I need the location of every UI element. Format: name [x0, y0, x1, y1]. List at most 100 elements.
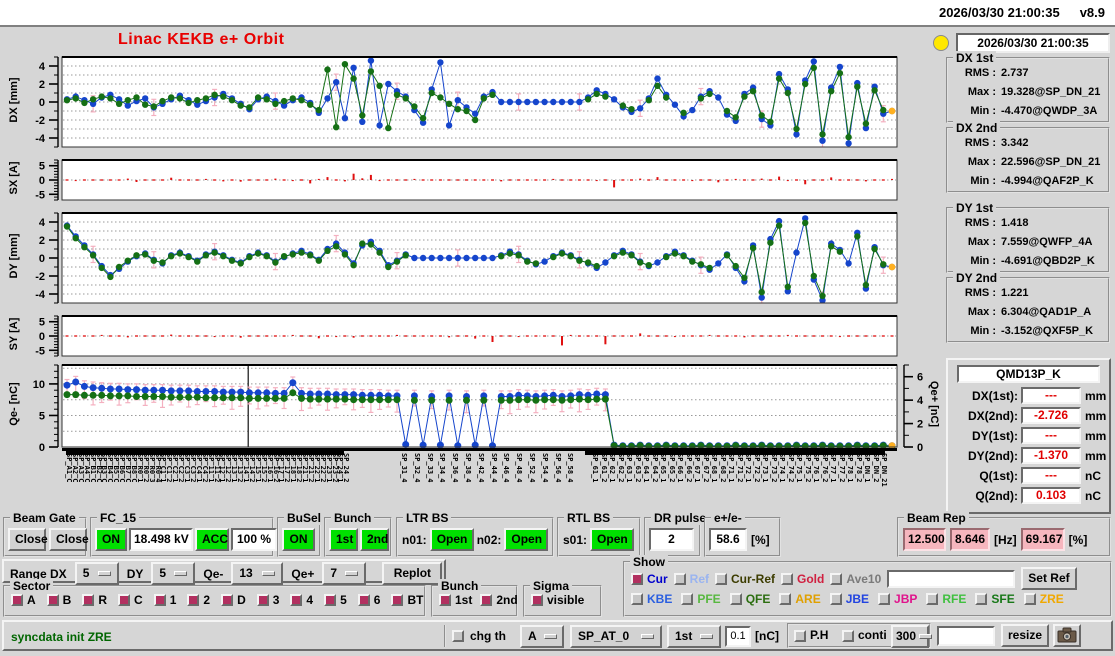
bunch-2nd-button[interactable]: 2nd — [360, 528, 389, 551]
checkbox-icon[interactable] — [480, 594, 493, 606]
show-checkbox-Cur-Ref[interactable]: Cur-Ref — [715, 572, 775, 586]
checkbox-icon[interactable] — [1023, 593, 1036, 605]
x-axis-label: SP_48_4 — [515, 453, 524, 483]
checkbox-icon[interactable] — [926, 593, 939, 605]
show-checkbox-ARE[interactable]: ARE — [779, 592, 821, 606]
fc15-acc-button[interactable]: ACC — [195, 528, 229, 551]
show-checkbox-JBE[interactable]: JBE — [829, 592, 869, 606]
checkbox-icon[interactable] — [391, 594, 404, 606]
show-checkbox-ZRE[interactable]: ZRE — [1023, 592, 1064, 606]
axis-label-dx: DX [mm] — [8, 77, 20, 123]
rtl-s01-open-button[interactable]: Open — [590, 528, 635, 551]
sector-checkbox-4[interactable]: 4 — [290, 593, 313, 607]
checkbox-icon[interactable] — [118, 594, 131, 606]
sigma-checkbox-visible[interactable]: visible — [531, 593, 584, 607]
range-qem-dropdown[interactable]: 13 — [231, 562, 284, 585]
range-dx-dropdown[interactable]: 5 — [74, 562, 119, 585]
show-checkbox-RFE[interactable]: RFE — [926, 592, 966, 606]
checkbox-icon[interactable] — [729, 593, 742, 605]
checkbox-icon[interactable] — [290, 594, 303, 606]
checkbox-icon[interactable] — [324, 594, 337, 606]
sector-checkbox-R[interactable]: R — [82, 593, 107, 607]
stats-max: Max :22.596@SP_DN_21 — [967, 156, 1101, 168]
sp-at-dropdown[interactable]: SP_AT_0 — [570, 625, 662, 648]
set-ref-button[interactable]: Set Ref — [1021, 567, 1077, 590]
sector-checkbox-D[interactable]: D — [221, 593, 246, 607]
ltr-n02-open-button[interactable]: Open — [504, 528, 549, 551]
checkbox-icon[interactable] — [187, 594, 200, 606]
monitor-row-value: --- — [1021, 387, 1081, 404]
checkbox-icon[interactable] — [779, 593, 792, 605]
ph-conti-panel: P.H conti 300 — [787, 623, 933, 648]
screenshot-button[interactable] — [1053, 624, 1081, 647]
sector-checkbox-B[interactable]: B — [46, 593, 71, 607]
resize-button[interactable]: resize — [1001, 624, 1049, 647]
replot-button[interactable]: Replot — [382, 562, 443, 585]
beam-gate-close2-button[interactable]: Close — [49, 528, 89, 551]
checkbox-icon[interactable] — [256, 594, 269, 606]
svg-text:-4: -4 — [35, 133, 46, 145]
checkbox-icon[interactable] — [781, 572, 794, 585]
checkbox-icon[interactable] — [11, 594, 23, 606]
show-checkbox-JBP[interactable]: JBP — [878, 592, 917, 606]
ltr-n01-open-button[interactable]: Open — [429, 528, 474, 551]
svg-text:4: 4 — [917, 395, 924, 407]
checkbox-icon[interactable] — [357, 594, 370, 606]
points-300-dropdown[interactable]: 300 — [891, 625, 933, 648]
checkbox-icon[interactable] — [82, 594, 95, 606]
sector-checkbox-5[interactable]: 5 — [324, 593, 347, 607]
checkbox-icon[interactable] — [878, 593, 891, 605]
range-dy-label: DY — [126, 566, 144, 581]
sector-checkbox-3[interactable]: 3 — [256, 593, 279, 607]
beam-gate-close1-button[interactable]: Close — [8, 528, 48, 551]
checkbox-icon[interactable] — [830, 572, 843, 585]
checkbox-icon[interactable] — [681, 593, 694, 605]
bunch-1st-button[interactable]: 1st — [329, 528, 358, 551]
ph-checkbox[interactable] — [794, 630, 806, 642]
show-checkbox-Ref[interactable]: Ref — [673, 572, 709, 586]
x-axis-label: SP_31_4 — [400, 453, 408, 483]
show-checkbox-PFE[interactable]: PFE — [681, 592, 721, 606]
bunch-checkbox-2nd[interactable]: 2nd — [480, 593, 518, 607]
sector-checkbox-1[interactable]: 1 — [153, 593, 176, 607]
range-dy-dropdown[interactable]: 5 — [151, 562, 196, 585]
sector-group: Sector A B R C 1 2 D 3 4 5 6 BT — [3, 579, 426, 617]
busel-on-button[interactable]: ON — [282, 528, 315, 551]
show-checkbox-Ave10[interactable]: Ave10 — [830, 572, 881, 586]
conti-checkbox[interactable] — [842, 630, 854, 642]
show-checkbox-QFE[interactable]: QFE — [729, 592, 770, 606]
sector-checkbox-A[interactable]: A — [11, 593, 36, 607]
sector-checkbox-C[interactable]: C — [118, 593, 143, 607]
checkbox-label: 1st — [455, 593, 473, 607]
range-qep-dropdown[interactable]: 7 — [322, 562, 367, 585]
sector-checkbox-BT[interactable]: BT — [391, 593, 423, 607]
show-checkbox-KBE[interactable]: KBE — [631, 592, 672, 606]
mode-a-dropdown[interactable]: A — [520, 625, 564, 648]
sector-checkbox-6[interactable]: 6 — [357, 593, 380, 607]
bunch-1st-dropdown[interactable]: 1st — [667, 625, 721, 648]
checkbox-icon[interactable] — [531, 594, 543, 606]
bunch-checkbox-1st[interactable]: 1st — [439, 593, 472, 607]
checkbox-icon[interactable] — [715, 572, 728, 585]
checkbox-icon[interactable] — [153, 594, 166, 606]
checkbox-icon[interactable] — [439, 594, 451, 606]
x-axis-label: SP_66_1 — [676, 453, 684, 483]
ref-name-input[interactable] — [887, 569, 1016, 588]
show-checkbox-Cur[interactable]: Cur — [631, 572, 668, 586]
checkbox-icon[interactable] — [631, 593, 643, 605]
fc15-on-button[interactable]: ON — [95, 528, 127, 551]
checkbox-icon[interactable] — [975, 593, 988, 605]
checkbox-icon[interactable] — [46, 594, 59, 606]
checkbox-icon[interactable] — [829, 593, 842, 605]
show-checkbox-Gold[interactable]: Gold — [781, 572, 824, 586]
chg-th-label: chg th — [470, 629, 506, 643]
chg-th-checkbox[interactable] — [452, 630, 464, 642]
status-input[interactable] — [937, 626, 995, 646]
show-checkbox-SFE[interactable]: SFE — [975, 592, 1015, 606]
checkbox-icon[interactable] — [221, 594, 234, 606]
checkbox-icon[interactable] — [673, 572, 686, 585]
sector-checkbox-2[interactable]: 2 — [187, 593, 210, 607]
threshold-field[interactable]: 0.1 — [725, 626, 751, 647]
checkbox-icon[interactable] — [631, 572, 643, 585]
x-axis-label: SP_54_4 — [540, 453, 549, 483]
